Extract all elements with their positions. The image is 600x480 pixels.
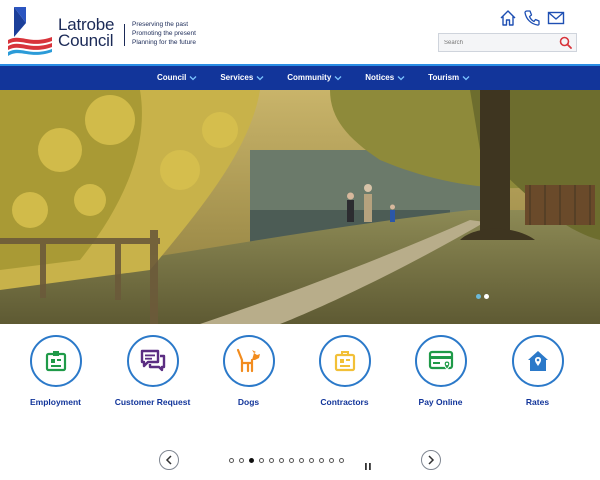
chat-icon xyxy=(140,349,165,372)
chevron-down-icon xyxy=(256,76,264,81)
nav-item-label: Tourism xyxy=(428,73,460,82)
carousel-next-button[interactable] xyxy=(421,450,441,470)
quick-link-circle xyxy=(414,335,467,387)
pause-icon xyxy=(365,463,371,470)
carousel-dot[interactable] xyxy=(299,458,304,463)
quick-link-rates[interactable]: Rates xyxy=(489,335,586,407)
card-icon xyxy=(428,350,453,371)
quick-link-circle xyxy=(318,335,371,387)
carousel-dot[interactable] xyxy=(309,458,314,463)
carousel-dot[interactable] xyxy=(329,458,334,463)
tagline-line: Preserving the past xyxy=(132,21,189,28)
nav-item-community[interactable]: Community xyxy=(287,66,342,90)
quick-link-circle xyxy=(126,335,179,387)
quick-link-label: Customer Request xyxy=(114,397,191,407)
carousel-dot[interactable] xyxy=(339,458,344,463)
carousel-dot[interactable] xyxy=(269,458,274,463)
quick-link-pay-online[interactable]: Pay Online xyxy=(392,335,489,407)
tagline-line: Planning for the future xyxy=(132,39,196,46)
nav-item-services[interactable]: Services xyxy=(220,66,264,90)
quick-links-carousel-controls xyxy=(0,450,600,472)
carousel-prev-button[interactable] xyxy=(159,450,179,470)
carousel-dot[interactable] xyxy=(289,458,294,463)
carousel-dot[interactable] xyxy=(229,458,234,463)
nav-item-label: Council xyxy=(157,73,187,82)
quick-link-label: Employment xyxy=(29,397,81,407)
hero-slide-dot[interactable] xyxy=(484,294,489,299)
carousel-dot[interactable] xyxy=(279,458,284,463)
brand-name-line2: Council xyxy=(58,31,114,50)
brand-tagline: Preserving the past Promoting the presen… xyxy=(132,20,196,47)
nav-item-tourism[interactable]: Tourism xyxy=(428,66,470,90)
nav-item-label: Community xyxy=(287,73,332,82)
quick-link-label: Rates xyxy=(525,397,550,407)
quick-link-employment[interactable]: Employment xyxy=(7,335,104,407)
carousel-dot[interactable] xyxy=(239,458,244,463)
nav-item-label: Services xyxy=(220,73,254,82)
chevron-down-icon xyxy=(462,76,470,81)
search-icon[interactable] xyxy=(559,36,572,49)
chevron-left-icon xyxy=(165,455,172,465)
chevron-right-icon xyxy=(428,455,435,465)
search-input[interactable] xyxy=(439,34,557,51)
quick-link-customer-request[interactable]: Customer Request xyxy=(104,335,201,407)
hero-slideshow[interactable] xyxy=(0,90,600,324)
chevron-down-icon xyxy=(397,76,405,81)
quick-link-label: Contractors xyxy=(320,397,369,407)
chevron-down-icon xyxy=(189,76,197,81)
site-header: Latrobe Council Preserving the past Prom… xyxy=(0,0,600,64)
mail-icon[interactable] xyxy=(546,8,566,28)
latrobe-logo[interactable] xyxy=(6,7,54,57)
dog-icon xyxy=(236,348,260,373)
carousel-pause-button[interactable] xyxy=(364,457,372,470)
nav-menu: Council Services Community Notices Touri… xyxy=(157,66,493,90)
brand-divider xyxy=(124,24,125,46)
chevron-down-icon xyxy=(334,76,342,81)
hero-image xyxy=(0,90,600,324)
quick-link-label: Pay Online xyxy=(418,397,463,407)
carousel-dot[interactable] xyxy=(259,458,264,463)
carousel-dot[interactable] xyxy=(249,458,254,463)
search-box xyxy=(438,33,577,52)
quick-link-circle xyxy=(222,335,275,387)
brand-name[interactable]: Latrobe Council xyxy=(58,16,114,50)
quick-link-contractors[interactable]: Contractors xyxy=(296,335,393,407)
utility-icons xyxy=(498,8,568,30)
carousel-dot[interactable] xyxy=(319,458,324,463)
main-navigation: Council Services Community Notices Touri… xyxy=(0,64,600,90)
quick-link-circle xyxy=(511,335,564,387)
quick-link-dogs[interactable]: Dogs xyxy=(200,335,297,407)
quick-link-label: Dogs xyxy=(237,397,260,407)
contractor-icon xyxy=(334,351,355,372)
nav-item-notices[interactable]: Notices xyxy=(365,66,405,90)
phone-icon[interactable] xyxy=(522,8,542,28)
tagline-line: Promoting the present xyxy=(132,30,196,37)
house-rates-icon xyxy=(527,351,548,371)
employment-icon xyxy=(45,351,66,372)
home-icon[interactable] xyxy=(498,8,518,28)
nav-item-label: Notices xyxy=(365,73,395,82)
quick-link-circle xyxy=(29,335,82,387)
hero-slide-dot[interactable] xyxy=(476,294,481,299)
nav-item-council[interactable]: Council xyxy=(157,66,197,90)
